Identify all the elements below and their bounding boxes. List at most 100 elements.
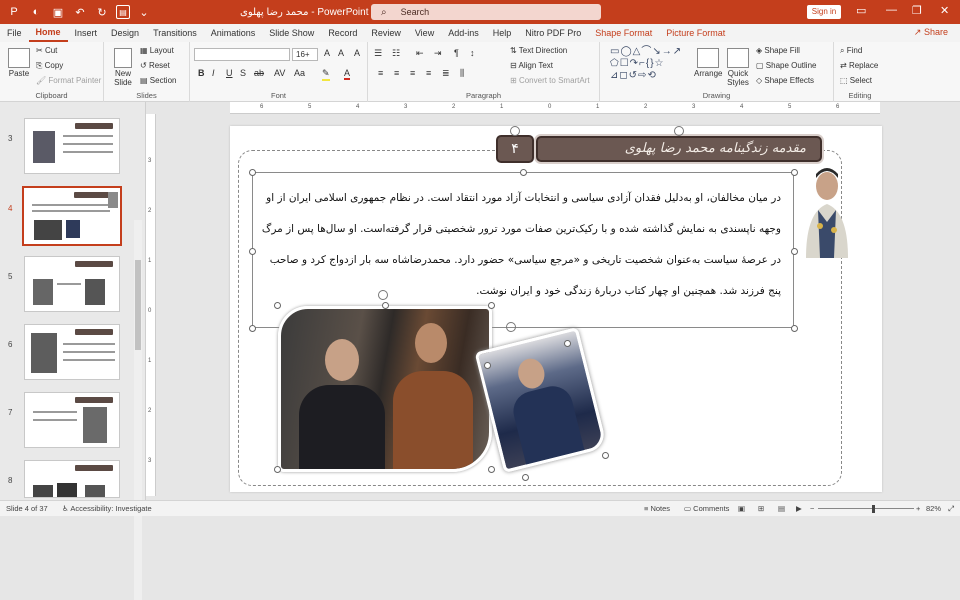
rtl-icon[interactable]: ¶ bbox=[454, 48, 459, 58]
italic-icon[interactable]: I bbox=[212, 68, 215, 78]
rotate-handle-icon[interactable] bbox=[674, 126, 684, 136]
minimize-icon[interactable]: — bbox=[886, 4, 897, 16]
resize-handle[interactable] bbox=[274, 466, 281, 473]
select-button[interactable]: ⬚ Select bbox=[840, 76, 872, 85]
slide-preview[interactable] bbox=[24, 324, 120, 380]
redo-icon[interactable]: ↻ bbox=[94, 4, 110, 20]
arrange-button[interactable]: Arrange bbox=[694, 48, 722, 78]
tab-review[interactable]: Review bbox=[364, 24, 408, 42]
slide-thumbnails-panel[interactable]: 3 4 5 6 7 8 bbox=[0, 102, 146, 600]
shadow-icon[interactable]: S bbox=[240, 68, 246, 78]
resize-handle[interactable] bbox=[249, 325, 256, 332]
highlight-color-icon[interactable]: ✎ bbox=[322, 68, 330, 81]
increase-indent-icon[interactable]: ⇥ bbox=[434, 48, 442, 59]
tab-insert[interactable]: Insert bbox=[68, 24, 105, 42]
resize-handle[interactable] bbox=[249, 248, 256, 255]
increase-font-icon[interactable]: A bbox=[324, 48, 330, 58]
slideshow-icon[interactable]: ▶ bbox=[796, 504, 802, 513]
reading-view-icon[interactable]: ▤ bbox=[778, 504, 785, 513]
current-slide[interactable]: ۴ مقدمه زندگینامه محمد رضا پهلوی در میان… bbox=[230, 126, 882, 492]
resize-handle[interactable] bbox=[484, 362, 491, 369]
section-button[interactable]: ▤ Section bbox=[140, 76, 176, 85]
char-spacing-icon[interactable]: AV bbox=[274, 68, 285, 78]
customize-toolbar-icon[interactable]: ⌄ bbox=[136, 4, 152, 20]
portrait-photo[interactable] bbox=[800, 160, 854, 258]
tab-file[interactable]: File bbox=[0, 24, 29, 42]
format-painter-button[interactable]: 🖌 Format Painter bbox=[36, 76, 101, 85]
notes-button[interactable]: ≡ Notes bbox=[644, 504, 670, 513]
distributed-icon[interactable]: ≣ bbox=[442, 68, 450, 79]
resize-handle[interactable] bbox=[602, 452, 609, 459]
resize-handle[interactable] bbox=[382, 302, 389, 309]
zoom-slider[interactable] bbox=[818, 508, 914, 509]
replace-button[interactable]: ⇄ Replace bbox=[840, 61, 878, 70]
rotate-handle-icon[interactable] bbox=[510, 126, 520, 136]
present-icon[interactable]: ▤ bbox=[116, 5, 130, 19]
tab-home[interactable]: Home bbox=[28, 24, 68, 42]
tab-shape-format[interactable]: Shape Format bbox=[588, 24, 659, 42]
quick-styles-button[interactable]: Quick Styles bbox=[724, 48, 752, 87]
underline-icon[interactable]: U bbox=[226, 68, 233, 78]
line-spacing-icon[interactable]: ↕ bbox=[470, 48, 475, 58]
thumbnails-scrollbar[interactable] bbox=[134, 220, 142, 600]
zoom-in-icon[interactable]: + bbox=[916, 504, 920, 513]
zoom-level[interactable]: 82% bbox=[926, 504, 941, 513]
tab-nitro-pdf[interactable]: Nitro PDF Pro bbox=[518, 24, 588, 42]
slide-editing-canvas[interactable]: ۴ مقدمه زندگینامه محمد رضا پهلوی در میان… bbox=[158, 114, 960, 500]
close-icon[interactable]: ✕ bbox=[940, 4, 949, 17]
sign-in-button[interactable]: Sign in bbox=[807, 5, 841, 19]
slide-preview[interactable] bbox=[24, 392, 120, 448]
strikethrough-icon[interactable]: ab bbox=[254, 68, 264, 78]
resize-handle[interactable] bbox=[564, 340, 571, 347]
tab-transitions[interactable]: Transitions bbox=[146, 24, 204, 42]
body-paragraph[interactable]: در میان مخالفان، او به‌دلیل فقدان آزادی … bbox=[261, 183, 781, 307]
tab-animations[interactable]: Animations bbox=[204, 24, 263, 42]
tab-view[interactable]: View bbox=[408, 24, 441, 42]
shape-effects-button[interactable]: ◇ Shape Effects bbox=[756, 76, 814, 85]
decrease-indent-icon[interactable]: ⇤ bbox=[416, 48, 424, 59]
shapes-gallery[interactable]: ▭◯△⌒↘→↗ ⬠☐↷⌐{}☆ ⊿◻↺⇨⟲ bbox=[610, 46, 690, 84]
ribbon-display-icon[interactable]: ▭ bbox=[856, 4, 866, 17]
shape-outline-button[interactable]: ▢ Shape Outline bbox=[756, 61, 816, 70]
slide-preview[interactable] bbox=[24, 118, 120, 174]
resize-handle[interactable] bbox=[791, 325, 798, 332]
zoom-slider-thumb[interactable] bbox=[872, 505, 875, 513]
slide-number-badge[interactable]: ۴ bbox=[496, 135, 534, 163]
resize-handle[interactable] bbox=[488, 302, 495, 309]
father-son-photo[interactable] bbox=[278, 306, 492, 472]
scroll-thumb[interactable] bbox=[135, 260, 141, 350]
title-banner[interactable]: مقدمه زندگینامه محمد رضا پهلوی bbox=[536, 136, 822, 162]
slide-preview[interactable] bbox=[24, 460, 120, 498]
resize-handle[interactable] bbox=[791, 248, 798, 255]
tab-slide-show[interactable]: Slide Show bbox=[262, 24, 321, 42]
font-color-icon[interactable]: A bbox=[344, 68, 351, 80]
resize-handle[interactable] bbox=[249, 169, 256, 176]
columns-icon[interactable]: ⫼ bbox=[460, 68, 464, 79]
resize-handle[interactable] bbox=[520, 169, 527, 176]
body-text-box[interactable]: در میان مخالفان، او به‌دلیل فقدان آزادی … bbox=[252, 172, 794, 328]
numbering-icon[interactable]: ☷ bbox=[392, 48, 400, 59]
align-right-icon[interactable]: ≡ bbox=[410, 68, 415, 78]
search-box[interactable]: ⌕ Search bbox=[371, 4, 601, 20]
tab-picture-format[interactable]: Picture Format bbox=[659, 24, 732, 42]
align-center-icon[interactable]: ≡ bbox=[394, 68, 399, 78]
clear-format-icon[interactable]: A bbox=[354, 48, 360, 58]
zoom-out-icon[interactable]: − bbox=[810, 504, 814, 513]
text-direction-button[interactable]: ⇅ Text Direction bbox=[510, 46, 567, 55]
find-button[interactable]: ⌕ Find bbox=[840, 46, 862, 56]
rotate-handle-icon[interactable] bbox=[378, 290, 388, 300]
undo-icon[interactable]: ↶ bbox=[72, 4, 88, 20]
align-text-button[interactable]: ⊟ Align Text bbox=[510, 61, 553, 70]
change-case-icon[interactable]: Aa bbox=[294, 68, 305, 78]
tab-help[interactable]: Help bbox=[486, 24, 519, 42]
slide-sorter-icon[interactable]: ⊞ bbox=[758, 504, 764, 513]
font-size-field[interactable]: 16+ bbox=[292, 48, 318, 61]
align-left-icon[interactable]: ≡ bbox=[378, 68, 383, 78]
resize-handle[interactable] bbox=[274, 302, 281, 309]
slide-preview[interactable] bbox=[22, 186, 122, 246]
justify-icon[interactable]: ≡ bbox=[426, 68, 431, 78]
restore-icon[interactable]: ❐ bbox=[912, 4, 922, 17]
tab-design[interactable]: Design bbox=[104, 24, 146, 42]
shape-fill-button[interactable]: ◈ Shape Fill bbox=[756, 46, 800, 55]
copy-button[interactable]: ⎘ Copy bbox=[36, 61, 63, 71]
